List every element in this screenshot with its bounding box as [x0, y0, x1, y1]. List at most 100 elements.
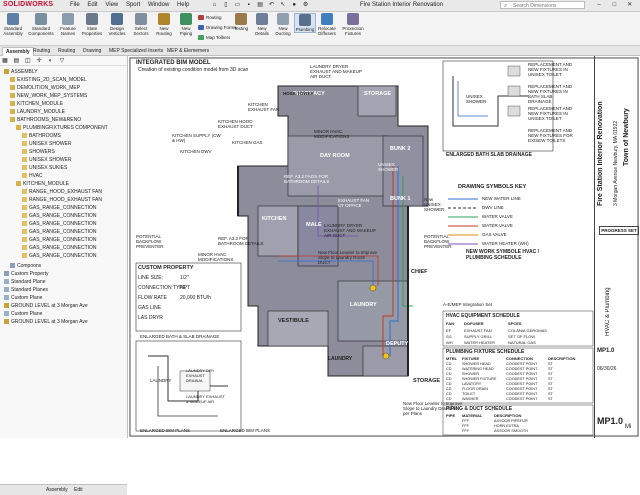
menu-edit[interactable]: Edit — [87, 2, 97, 8]
home-icon[interactable]: ⌂ — [210, 2, 219, 10]
piping-col: MATERIAL — [462, 413, 483, 418]
part-icon — [22, 237, 27, 243]
title-bar: SOLIDWORKS File Edit View Sport Window H… — [0, 0, 640, 12]
tab-mep-elements[interactable]: MEP & Elememers — [164, 47, 212, 55]
component-icon — [10, 93, 15, 99]
part-icon — [22, 245, 27, 251]
plumbing-button[interactable]: Plumbing — [294, 13, 316, 33]
testing-button[interactable]: Testing — [232, 13, 250, 31]
close-icon[interactable]: ✕ — [623, 1, 637, 8]
tree-item[interactable]: GAS_RANGE_CONNECTION — [22, 252, 97, 260]
tab-routing[interactable]: Routing — [30, 47, 53, 55]
slate-properties-button[interactable]: Slate Properties — [81, 13, 103, 36]
tree-item[interactable]: HVAC — [22, 172, 43, 180]
search-input[interactable]: ⌕ Search Dimensions — [500, 1, 585, 9]
proxection-fixtures-button[interactable]: Proxection Fixtures — [340, 13, 366, 36]
drawing-forms-button[interactable]: Drawing Forms — [198, 25, 237, 31]
new-details-button[interactable]: New Details — [253, 13, 271, 36]
tree-item[interactable]: Standard Planes — [4, 286, 48, 294]
menu-view[interactable]: View — [105, 2, 118, 8]
map-tolbers-button[interactable]: Map Tolbers — [198, 35, 230, 41]
tree-item[interactable]: PLUMBINGFIXTURES COMPONENT — [16, 124, 108, 132]
menu-help[interactable]: Help — [177, 2, 189, 8]
new-piping-button[interactable]: New Piping — [177, 13, 195, 36]
tree-item[interactable]: RANGE_HOOD_EXHAUST FAN — [22, 196, 102, 204]
print-icon[interactable]: ▤ — [256, 1, 265, 9]
config-manager-icon[interactable]: ◫ — [23, 57, 33, 64]
minimize-icon[interactable]: – — [592, 2, 606, 8]
tree-item[interactable]: UNISEX SHOWER — [22, 156, 72, 164]
tree-label: KITCHEN_MODULE — [17, 101, 64, 107]
drawing-canvas[interactable]: INTEGRATED BIM MODEL Creation of existin… — [128, 56, 640, 438]
panel-bottom-tabs: Assembly Edit — [0, 484, 127, 495]
dimxpert-icon[interactable]: ✛ — [34, 57, 44, 64]
part-icon — [22, 157, 27, 163]
rebuild-icon[interactable]: ● — [290, 2, 299, 10]
tree-item[interactable]: GAS_RANGE_CONNECTION — [22, 220, 97, 228]
tree-item[interactable]: RANGE_HOOD_EXHAUST FAN — [22, 188, 102, 196]
tree-item[interactable]: Custom Plane — [4, 294, 42, 302]
menu-file[interactable]: File — [70, 2, 80, 8]
tree-item[interactable]: KITCHEN_MODULE — [10, 100, 63, 108]
piping-icon — [180, 13, 192, 25]
hvac-cell: COLANIA GEROMAS — [508, 328, 547, 333]
menu-window[interactable]: Window — [148, 2, 169, 8]
tree-item[interactable]: GAS_RANGE_CONNECTION — [22, 212, 97, 220]
tab-mep-inserts[interactable]: MEP Specialized Inserts — [106, 47, 166, 55]
standard-components-button[interactable]: Standard Components — [27, 13, 55, 36]
display-manager-icon[interactable]: ◐ — [46, 58, 56, 64]
tree-item[interactable]: NEW_WORK_MEP_SYSTEMS — [10, 92, 87, 100]
tree-item[interactable]: KITCHEN_MODULE — [16, 180, 69, 188]
tree-item[interactable]: GAS_RANGE_CONNECTION — [22, 228, 97, 236]
new-doc-icon[interactable]: ▯ — [221, 1, 230, 9]
plumbing-col: CONNECTION — [506, 356, 533, 361]
piping-schedule-title: PIPING & DUCT SCHEDULE — [446, 406, 513, 412]
tab-routing-2[interactable]: Routing — [55, 47, 78, 55]
tree-item[interactable]: Compoons — [10, 262, 41, 270]
select-icon[interactable]: ↖ — [278, 1, 287, 9]
relocate-diffusers-button[interactable]: Relocate Diffusers — [317, 13, 337, 36]
tree-item[interactable]: Standard Plane — [4, 278, 45, 286]
tree-item[interactable]: GROUND LEVEL at 3 Morgan Ave — [4, 318, 88, 326]
new-ducting-button[interactable]: New Ducting — [274, 13, 292, 36]
tree-item[interactable]: BATHROOMS_NEW&RENO — [10, 116, 81, 124]
save-icon[interactable]: ▪ — [244, 2, 253, 10]
tree-item[interactable]: DEMOLITION_WORK_MEP — [10, 84, 80, 92]
tree-item[interactable]: SHOWERS — [22, 148, 55, 156]
open-icon[interactable]: ▭ — [233, 1, 242, 9]
feature-names-button[interactable]: Feature Names — [58, 13, 78, 36]
property-manager-icon[interactable]: ▤ — [11, 57, 21, 64]
tree-item[interactable]: EXISTING_2D_SCAN_MODEL — [10, 76, 87, 84]
tab-edit-bottom[interactable]: Edit — [74, 487, 83, 493]
tab-assembly[interactable]: Assembly — [2, 47, 34, 56]
tree-item[interactable]: BATHROOMS — [22, 132, 61, 140]
tree-item[interactable]: UNISEX SHOWER — [22, 140, 72, 148]
cp-label: GAS LINE — [138, 305, 162, 311]
tree-item[interactable]: Custom Property — [4, 270, 49, 278]
tree-label: HVAC — [29, 173, 43, 179]
tab-assembly-bottom[interactable]: Assembly — [46, 487, 68, 493]
standard-assembly-button[interactable]: Standard Assembly — [2, 13, 24, 36]
menu-sport[interactable]: Sport — [126, 2, 140, 8]
note-laundry: LAUNDRY — [328, 356, 353, 362]
select-sectors-button[interactable]: Select Sectors — [131, 13, 151, 36]
options-icon[interactable]: ⚙ — [301, 1, 310, 9]
tree-item[interactable]: GAS_RANGE_CONNECTION — [22, 236, 97, 244]
routing-small-button[interactable]: Routing — [198, 15, 222, 21]
tree-item[interactable]: GROUND LEVEL at 3 Morgan Ave — [4, 302, 88, 310]
tree-item[interactable]: GAS_RANGE_CONNECTION — [22, 204, 97, 212]
undo-icon[interactable]: ↶ — [267, 1, 276, 9]
maximize-icon[interactable]: □ — [607, 2, 621, 8]
filter-icon[interactable]: ▽ — [57, 57, 67, 64]
tree-item[interactable]: Custom Plane — [4, 310, 42, 318]
tree-item[interactable]: UNISEX SUKIES — [22, 164, 67, 172]
tree-item[interactable]: LAUNDRY_MODULE — [10, 108, 65, 116]
cp-label: LINE SIZE: — [138, 275, 164, 281]
tab-drawing[interactable]: Drawing — [80, 47, 104, 55]
new-routing-button[interactable]: New Routing — [154, 13, 174, 36]
feature-tree-icon[interactable]: ▦ — [0, 57, 10, 64]
design-verticles-button[interactable]: Design Verticles — [106, 13, 128, 36]
tree-item[interactable]: ASSEMBLY — [4, 68, 38, 76]
tree-item[interactable]: GAS_RANGE_CONNECTION — [22, 244, 97, 252]
tree-label: Custom Property — [11, 271, 49, 277]
